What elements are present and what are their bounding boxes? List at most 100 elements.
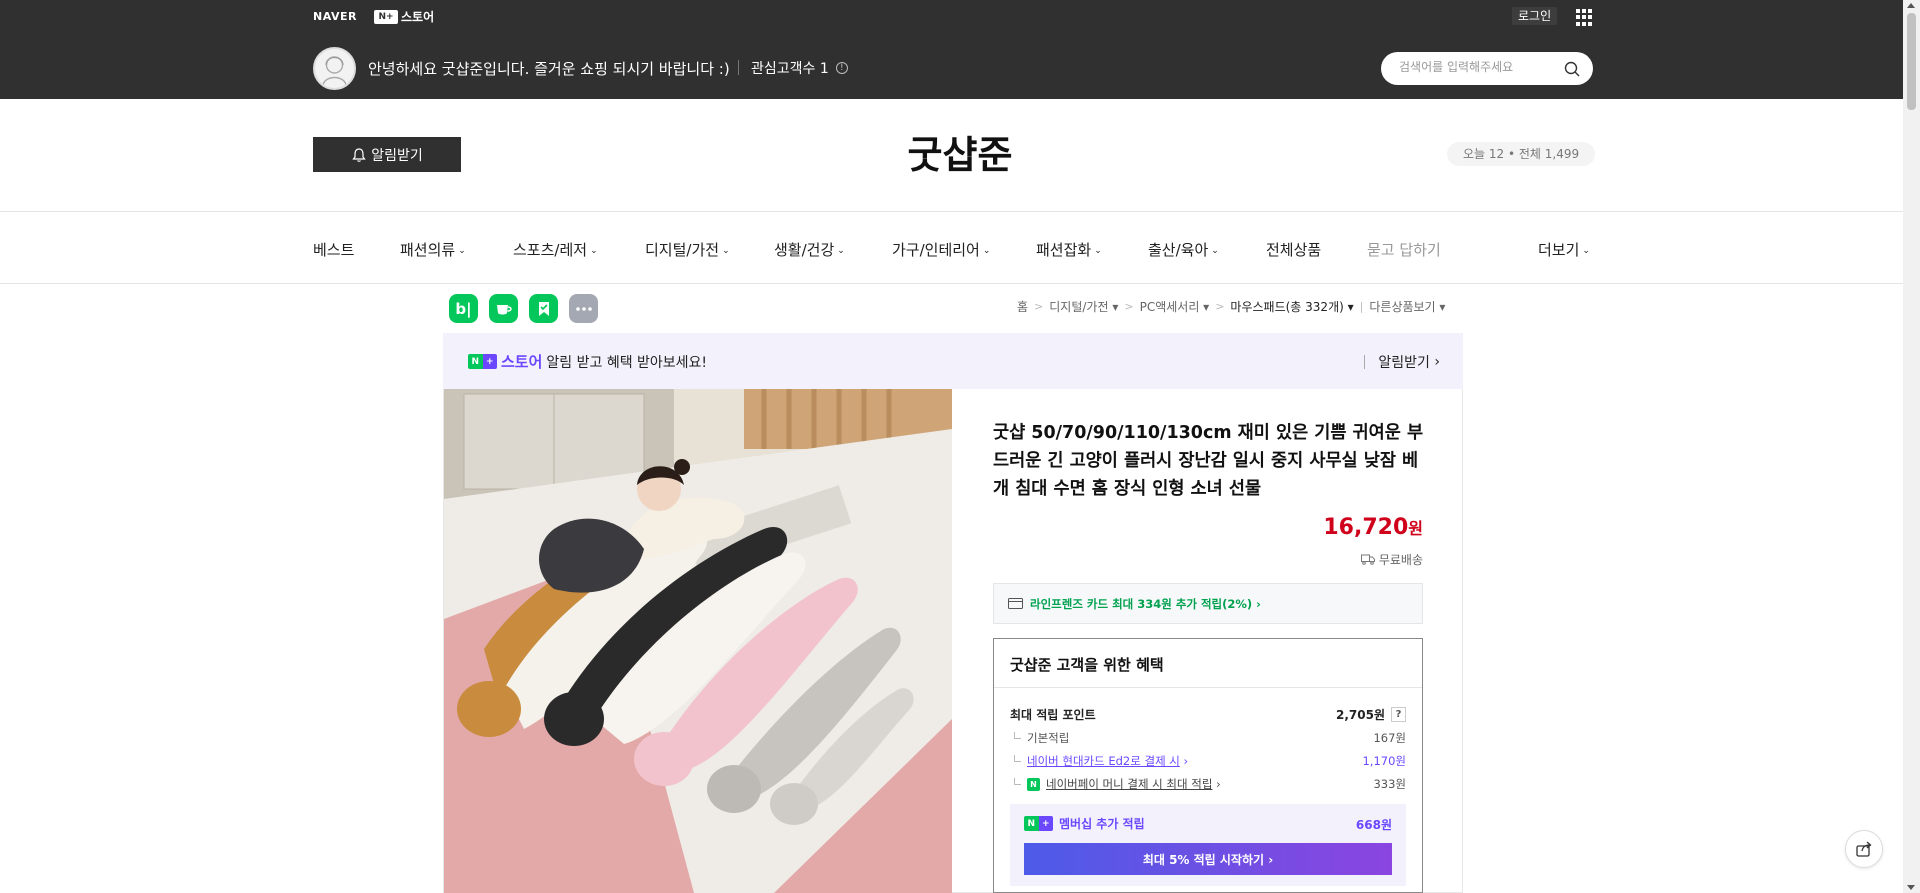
cafe-share-button[interactable] [489,294,518,323]
share-button[interactable] [1845,830,1883,868]
max-points-row: 최대 적립 포인트 2,705원? [1010,706,1406,723]
chevron-right-icon: > [1215,300,1225,313]
more-share-button[interactable] [569,294,598,323]
nav-item-digital[interactable]: 디지털/가전 ⌄ [645,239,730,260]
breadcrumb-mousepad[interactable]: 마우스패드(총 332개) ▾ [1230,298,1353,315]
chevron-down-icon: ⌄ [458,245,466,256]
max-points-value: 2,705원 [1336,708,1385,722]
chevron-down-icon: ⌄ [590,245,598,256]
chevron-down-icon: ⌄ [1211,245,1219,256]
nplus-badge-icon: N+ [1024,816,1053,831]
top-bar: NAVER N+ 스토어 로그인 안녕하세요 굿샵준입니다. 즐거운 쇼핑 되시… [0,0,1920,99]
nplus-store-label: 스토어 [401,10,435,24]
blog-icon: b| [455,299,472,318]
nav-item-furniture[interactable]: 가구/인테리어 ⌄ [892,239,990,260]
naver-logo[interactable]: NAVER [313,10,357,23]
product-price: 16,720원 [1230,515,1423,540]
truck-icon [1360,554,1375,565]
max-points-label: 최대 적립 포인트 [1010,708,1096,722]
breadcrumb-home[interactable]: 홈 [1017,298,1028,315]
product-title: 굿샵 50/70/90/110/130cm 재미 있은 기쁨 귀여운 부드러운 … [993,423,1424,499]
credit-card-icon [1008,598,1023,609]
banner-store-label: 스토어 [501,353,543,371]
app-grid-icon[interactable] [1576,9,1593,26]
divider: | [1359,300,1364,313]
scrollbar[interactable] [1903,0,1920,893]
card-points-row: 네이버 현대카드 Ed2로 결제 시 › 1,170원 [1010,753,1406,769]
bookmark-share-button[interactable] [529,294,558,323]
membership-start-button[interactable]: 최대 5% 적립 시작하기 › [1024,843,1392,875]
product-image[interactable] [444,389,952,893]
breadcrumb-pc-accessories[interactable]: PC액세서리 ▾ [1140,298,1210,315]
chevron-right-icon: > [1124,300,1134,313]
favorite-customers[interactable]: 관심고객수 1 ! [751,58,848,78]
nav-item-all-products[interactable]: 전체상품 [1266,239,1321,260]
base-points-row: 기본적립 167원 [1010,730,1406,746]
npay-icon: N [1027,777,1040,791]
benefit-title: 굿샵준 고객을 위한 혜택 [1010,656,1164,674]
greeting-text: 안녕하세요 굿샵준입니다. 즐거운 쇼핑 되시기 바랍니다 :) [368,60,730,78]
search-input[interactable] [1399,60,1559,74]
chevron-down-icon: ⌄ [837,245,845,256]
card-points-link[interactable]: 네이버 현대카드 Ed2로 결제 시 › [1027,753,1188,769]
store-header: 알림받기 굿샵준 오늘 12 • 전체 1,499 [0,99,1920,212]
membership-box: N + 멤버십 추가 적립 668원 최대 5% 적립 시작하기 › [1010,804,1406,886]
benefit-box: 굿샵준 고객을 위한 혜택 최대 적립 포인트 2,705원? 기본적립 167… [993,638,1423,893]
price-unit: 원 [1408,519,1423,538]
share-icon [1856,841,1872,857]
nav-item-sports[interactable]: 스포츠/레저 ⌄ [513,239,598,260]
bookmark-icon [538,301,549,316]
divider [994,687,1422,688]
scrollbar-thumb[interactable] [1907,13,1916,110]
banner-text: 알림 받고 혜택 받아보세요! [546,354,708,371]
help-icon[interactable]: ? [1391,707,1406,722]
banner-alarm-link[interactable]: 알림받기 › [1364,352,1440,372]
base-points-label: 기본적립 [1027,731,1070,745]
card-points-value: 1,170원 [1362,754,1406,768]
nplus-store-logo[interactable]: N+ 스토어 [374,8,434,25]
shipping-label: 무료배송 [1378,553,1423,567]
nav-item-accessories[interactable]: 패션잡화 ⌄ [1036,239,1102,260]
chevron-right-icon: › [1183,754,1189,768]
scroll-up-arrow-icon[interactable] [1907,3,1915,8]
nav-item-fashion-clothing[interactable]: 패션의류 ⌄ [400,239,466,260]
breadcrumb-other-products[interactable]: 다른상품보기 ▾ [1369,298,1445,315]
nav-item-best[interactable]: 베스트 [313,239,354,260]
chevron-down-icon: ⌄ [722,245,730,256]
price-value: 16,720 [1323,515,1409,540]
visitor-count: 오늘 12 • 전체 1,499 [1447,142,1596,166]
chevron-down-icon: ⌄ [982,245,991,256]
breadcrumb: 홈 > 디지털/가전 ▾ > PC액세서리 ▾ > 마우스패드(총 332개) … [1017,298,1445,315]
nplus-badge-icon: N+ [468,354,497,369]
nav-item-baby[interactable]: 출산/육아 ⌄ [1148,239,1219,260]
blog-share-button[interactable]: b| [449,294,478,323]
chevron-right-icon: › [1216,777,1221,791]
breadcrumb-digital[interactable]: 디지털/가전 ▾ [1049,298,1118,315]
login-button[interactable]: 로그인 [1512,7,1558,25]
shipping-info: 무료배송 [1300,551,1423,568]
chevron-right-icon: > [1034,300,1044,313]
chevron-right-icon: › [1434,354,1440,370]
base-points-value: 167원 [1373,731,1406,745]
npay-points-link[interactable]: N 네이버페이 머니 결제 시 최대 적립 › [1027,776,1221,792]
favorite-count-label: 관심고객수 1 [751,61,829,77]
npay-points-row: N 네이버페이 머니 결제 시 최대 적립 › 333원 [1010,776,1406,792]
product-photo-illustration [444,389,952,893]
npay-points-value: 333원 [1373,777,1406,791]
nav-item-more[interactable]: 더보기 ⌄ [1538,239,1590,260]
card-offer-box[interactable]: 라인프렌즈 카드 최대 334원 추가 적립(2%) › [993,583,1423,624]
info-icon[interactable]: ! [835,62,848,74]
nav-item-qna[interactable]: 묻고 답하기 [1367,239,1441,260]
nav-item-living[interactable]: 생활/건강 ⌄ [774,239,845,260]
banner-alarm-label: 알림받기 [1378,355,1430,371]
membership-label-text: 멤버십 추가 적립 [1059,817,1145,831]
scroll-down-arrow-icon[interactable] [1907,885,1915,890]
card-offer-text: 라인프렌즈 카드 최대 334원 추가 적립(2%) › [1030,596,1261,611]
nplus-alarm-banner: N + 스토어 알림 받고 혜택 받아보세요! 알림받기 › [443,333,1463,389]
banner-message: N + 스토어 알림 받고 혜택 받아보세요! [468,351,707,372]
category-nav: 베스트 패션의류 ⌄ 스포츠/레저 ⌄ 디지털/가전 ⌄ 생활/건강 ⌄ 가구/인테리어… [0,212,1920,284]
search-box [1381,52,1593,85]
store-name[interactable]: 굿샵준 [0,124,1920,179]
divider [738,60,739,75]
search-icon[interactable] [1564,61,1580,77]
